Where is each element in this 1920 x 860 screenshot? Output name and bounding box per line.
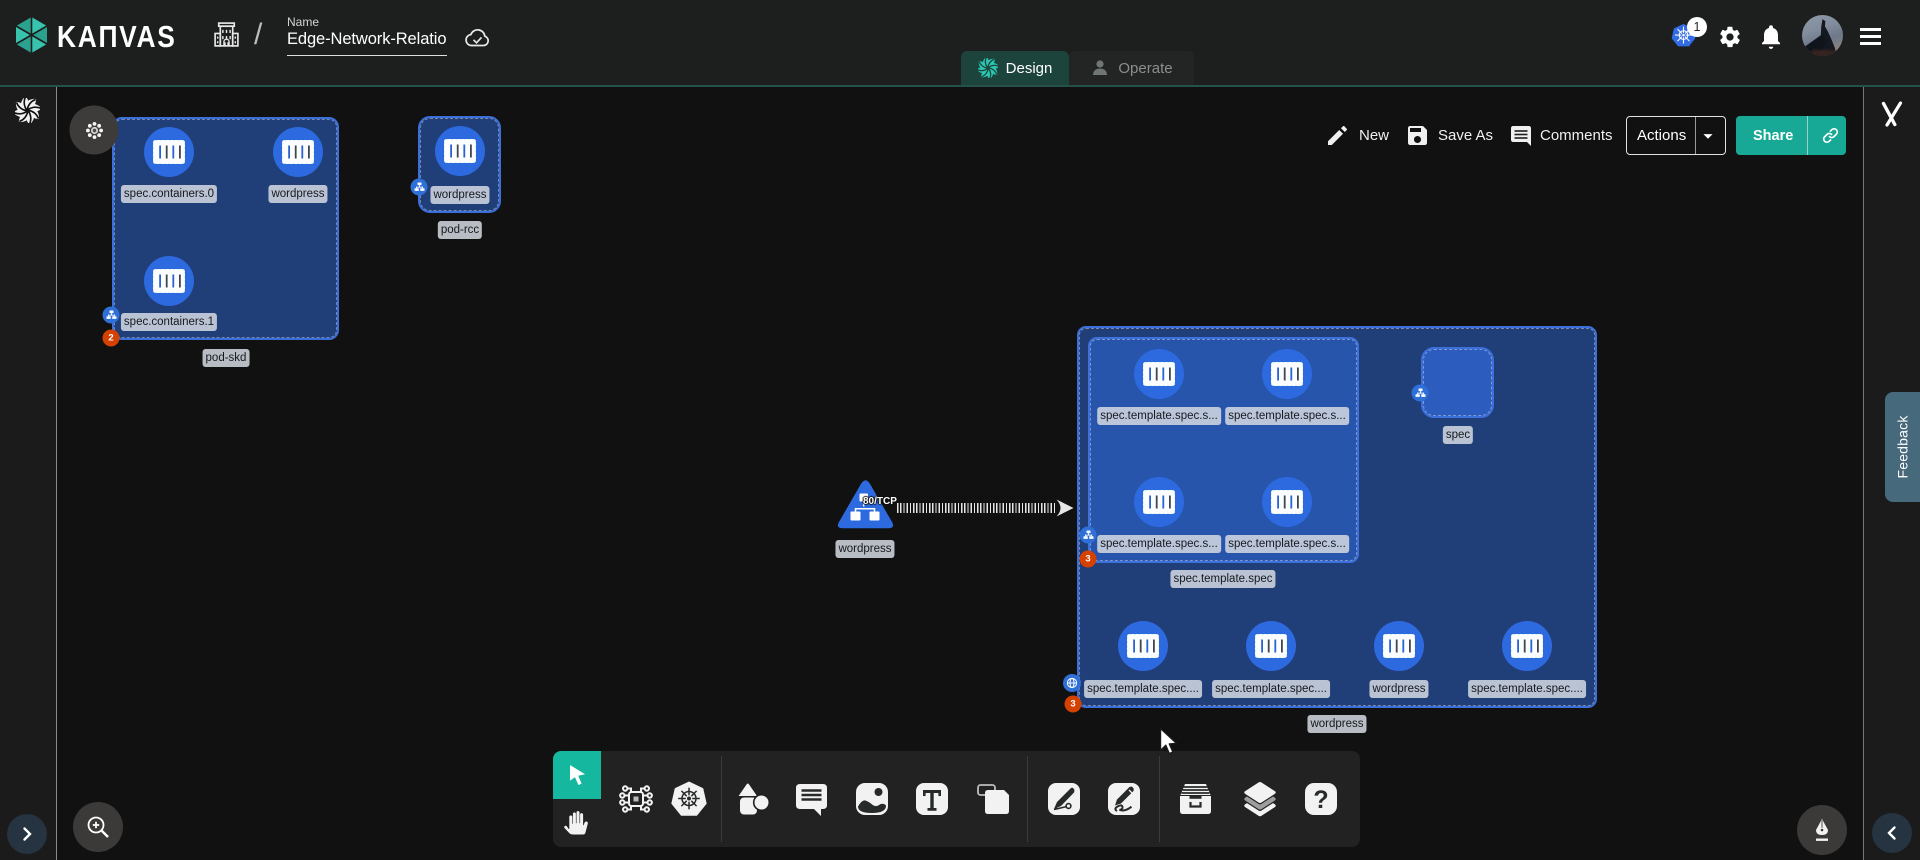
svg-text:?: ? xyxy=(1313,786,1328,814)
